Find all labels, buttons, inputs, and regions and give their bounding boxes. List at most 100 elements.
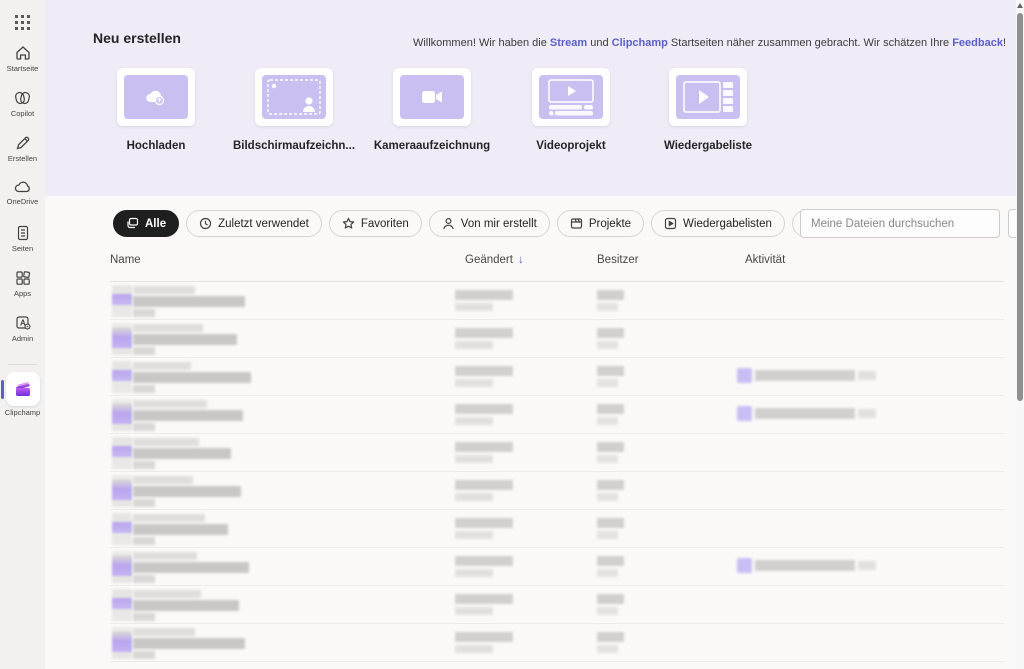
person-icon bbox=[442, 217, 455, 230]
name-cell-redacted bbox=[133, 590, 239, 621]
video-thumbnail bbox=[112, 285, 132, 317]
table-row[interactable] bbox=[45, 472, 1016, 510]
name-cell-redacted bbox=[133, 628, 245, 659]
filter-pill-label: Favoriten bbox=[361, 218, 409, 230]
owner-cell-redacted bbox=[597, 556, 624, 577]
filter-pill-projekte[interactable]: Projekte bbox=[557, 210, 644, 237]
clipchamp-icon bbox=[13, 379, 33, 399]
filter-pill-label: Projekte bbox=[589, 218, 631, 230]
modified-cell-redacted bbox=[455, 366, 513, 387]
stream-link[interactable]: Stream bbox=[550, 37, 587, 49]
name-cell-redacted bbox=[133, 438, 231, 469]
table-row[interactable] bbox=[45, 358, 1016, 396]
filter-pill-alle[interactable]: Alle bbox=[113, 210, 179, 237]
table-row[interactable] bbox=[45, 624, 1016, 662]
table-row[interactable] bbox=[45, 510, 1016, 548]
main-content: Neu erstellen Willkommen! Wir haben die … bbox=[45, 0, 1016, 669]
copilot-icon bbox=[13, 89, 32, 107]
sidebar-item-apps[interactable]: Apps bbox=[0, 269, 45, 298]
filter-pill-label: Von mir erstellt bbox=[461, 218, 537, 230]
app-rail: Startseite Copilot Erstellen OneDrive Se… bbox=[0, 0, 45, 669]
create-tile-wiedergabeliste[interactable]: Wiedergabeliste bbox=[669, 68, 747, 126]
sidebar-item-copilot[interactable]: Copilot bbox=[0, 89, 45, 118]
column-header-aktivitaet[interactable]: Aktivität bbox=[745, 254, 785, 266]
admin-icon: A bbox=[14, 314, 32, 332]
table-row[interactable] bbox=[45, 320, 1016, 358]
activity-cell-redacted bbox=[737, 558, 876, 573]
filter-pill-von-mir-erstellt[interactable]: Von mir erstellt bbox=[429, 210, 550, 237]
filter-pill-wiedergabelisten[interactable]: Wiedergabelisten bbox=[651, 210, 785, 237]
tile-label: Videoprojekt bbox=[491, 140, 651, 152]
table-row[interactable] bbox=[45, 586, 1016, 624]
column-header-name[interactable]: Name bbox=[110, 254, 141, 266]
scrollbar-thumb[interactable] bbox=[1017, 13, 1023, 401]
vertical-scrollbar[interactable] bbox=[1016, 0, 1024, 669]
filter-pill-label: Zuletzt verwendet bbox=[218, 218, 309, 230]
create-tile-videoprojekt[interactable]: Videoprojekt bbox=[532, 68, 610, 126]
modified-cell-redacted bbox=[455, 404, 513, 425]
create-tile-bildschirmaufzeichnung[interactable]: Bildschirmaufzeichn... bbox=[255, 68, 333, 126]
clipchamp-link[interactable]: Clipchamp bbox=[612, 37, 668, 49]
modified-cell-redacted bbox=[455, 632, 513, 653]
owner-cell-redacted bbox=[597, 404, 624, 425]
table-row[interactable] bbox=[45, 434, 1016, 472]
owner-cell-redacted bbox=[597, 480, 624, 501]
tile-label: Wiedergabeliste bbox=[628, 140, 788, 152]
sidebar-item-erstellen[interactable]: Erstellen bbox=[0, 134, 45, 163]
table-row[interactable] bbox=[45, 282, 1016, 320]
playlist-icon bbox=[676, 75, 740, 119]
column-header-geaendert[interactable]: Geändert↓ bbox=[465, 254, 524, 266]
tile-label: Kameraaufzeichnung bbox=[352, 140, 512, 152]
modified-cell-redacted bbox=[455, 442, 513, 463]
owner-cell-redacted bbox=[597, 328, 624, 349]
filter-pill-favoriten[interactable]: Favoriten bbox=[329, 210, 422, 237]
sidebar-item-label: Copilot bbox=[11, 109, 34, 118]
modified-cell-redacted bbox=[455, 290, 513, 311]
create-tile-hochladen[interactable]: Hochladen bbox=[117, 68, 195, 126]
search-input[interactable] bbox=[800, 209, 1000, 238]
waffle-grid-icon bbox=[14, 14, 31, 31]
owner-cell-redacted bbox=[597, 594, 624, 615]
modified-cell-redacted bbox=[455, 328, 513, 349]
video-thumbnail bbox=[112, 589, 132, 621]
sidebar-item-onedrive[interactable]: OneDrive bbox=[0, 179, 45, 206]
pencil-icon bbox=[14, 134, 32, 152]
video-thumbnail bbox=[112, 627, 132, 659]
video-thumbnail bbox=[112, 551, 132, 583]
tile-label: Hochladen bbox=[76, 140, 236, 152]
owner-cell-redacted bbox=[597, 442, 624, 463]
sidebar-item-label: Clipchamp bbox=[5, 408, 40, 417]
sidebar-item-admin[interactable]: A Admin bbox=[0, 314, 45, 343]
filter-pill-zuletzt-verwendet[interactable]: Zuletzt verwendet bbox=[186, 210, 322, 237]
sidebar-item-label: OneDrive bbox=[7, 197, 39, 206]
sidebar-item-seiten[interactable]: Seiten bbox=[0, 224, 45, 253]
sidebar-item-label: Startseite bbox=[7, 64, 39, 73]
app-launcher-button[interactable] bbox=[0, 8, 45, 36]
stack-icon bbox=[126, 217, 139, 230]
pages-icon bbox=[14, 224, 32, 242]
scrollbar-up-arrow-icon[interactable] bbox=[1017, 3, 1023, 8]
owner-cell-redacted bbox=[597, 632, 624, 653]
camera-icon bbox=[421, 90, 443, 104]
sidebar-item-clipchamp[interactable]: Clipchamp bbox=[0, 372, 45, 417]
video-project-icon bbox=[539, 75, 603, 119]
clock-icon bbox=[199, 217, 212, 230]
video-thumbnail bbox=[112, 323, 132, 355]
apps-icon bbox=[14, 269, 32, 287]
filter-pill-row: Alle Zuletzt verwendet Favoriten Von mir… bbox=[113, 210, 917, 237]
modified-cell-redacted bbox=[455, 594, 513, 615]
modified-cell-redacted bbox=[455, 556, 513, 577]
column-header-besitzer[interactable]: Besitzer bbox=[597, 254, 639, 266]
name-cell-redacted bbox=[133, 324, 237, 355]
feedback-link[interactable]: Feedback bbox=[952, 37, 1003, 49]
owner-cell-redacted bbox=[597, 518, 624, 539]
name-cell-redacted bbox=[133, 514, 228, 545]
files-section: Alle Zuletzt verwendet Favoriten Von mir… bbox=[45, 196, 1016, 669]
create-tile-kameraaufzeichnung[interactable]: Kameraaufzeichnung bbox=[393, 68, 471, 126]
sidebar-item-startseite[interactable]: Startseite bbox=[0, 44, 45, 73]
table-row[interactable] bbox=[45, 396, 1016, 434]
table-row[interactable] bbox=[45, 548, 1016, 586]
filter-pill-label: Alle bbox=[145, 218, 166, 230]
modified-cell-redacted bbox=[455, 518, 513, 539]
welcome-banner: Willkommen! Wir haben die Stream und Cli… bbox=[413, 37, 1006, 49]
